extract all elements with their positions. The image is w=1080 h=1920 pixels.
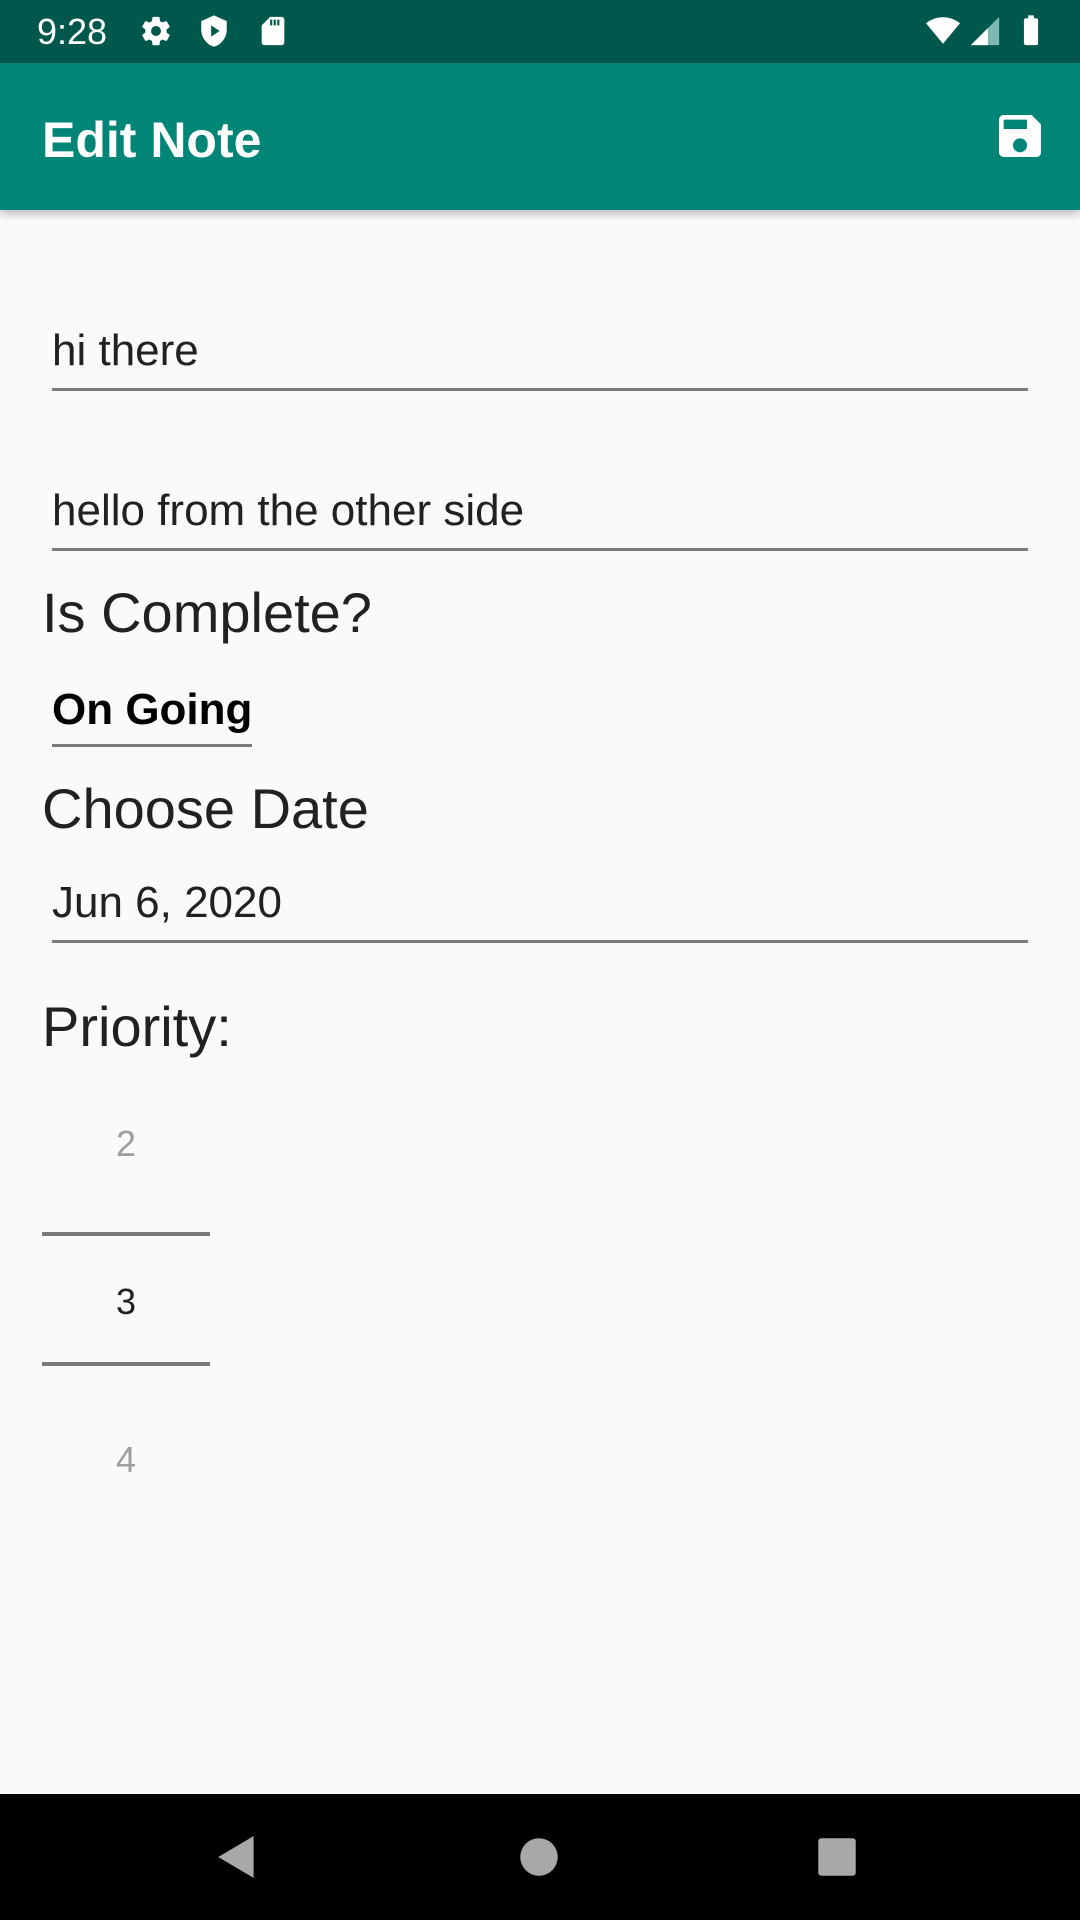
picker-divider-bottom xyxy=(42,1362,210,1366)
picker-selected-value[interactable]: 3 xyxy=(42,1280,210,1324)
home-button[interactable] xyxy=(514,1832,564,1882)
priority-label: Priority: xyxy=(42,995,232,1058)
picker-divider-top xyxy=(42,1232,210,1236)
note-body-field[interactable]: hello from the other side xyxy=(52,484,1028,551)
picker-next-value[interactable]: 4 xyxy=(42,1438,210,1482)
priority-number-picker[interactable]: 2 3 4 xyxy=(42,1110,210,1490)
recents-icon xyxy=(818,1838,856,1876)
is-complete-label: Is Complete? xyxy=(42,581,372,644)
save-button[interactable] xyxy=(992,108,1048,164)
back-icon xyxy=(218,1836,254,1878)
date-field[interactable]: Jun 6, 2020 xyxy=(52,876,1028,943)
page-title: Edit Note xyxy=(42,112,262,168)
save-icon xyxy=(999,115,1041,157)
shield-icon xyxy=(197,14,231,48)
choose-date-label: Choose Date xyxy=(42,777,369,840)
signal-icon xyxy=(968,14,1002,48)
completion-status-spinner[interactable]: On Going xyxy=(52,680,253,747)
note-title-field[interactable]: hi there xyxy=(52,324,1028,391)
status-bar: 9:28 xyxy=(0,0,1080,63)
picker-previous-value[interactable]: 2 xyxy=(42,1122,210,1166)
gear-icon xyxy=(139,14,173,48)
sd-card-icon xyxy=(256,14,290,48)
home-icon xyxy=(520,1838,558,1876)
recents-button[interactable] xyxy=(812,1832,862,1882)
navigation-bar xyxy=(0,1794,1080,1920)
back-button[interactable] xyxy=(214,1832,264,1882)
battery-icon xyxy=(1014,14,1048,48)
status-time: 9:28 xyxy=(37,11,108,52)
app-bar: Edit Note xyxy=(0,63,1080,210)
wifi-icon xyxy=(922,14,964,48)
